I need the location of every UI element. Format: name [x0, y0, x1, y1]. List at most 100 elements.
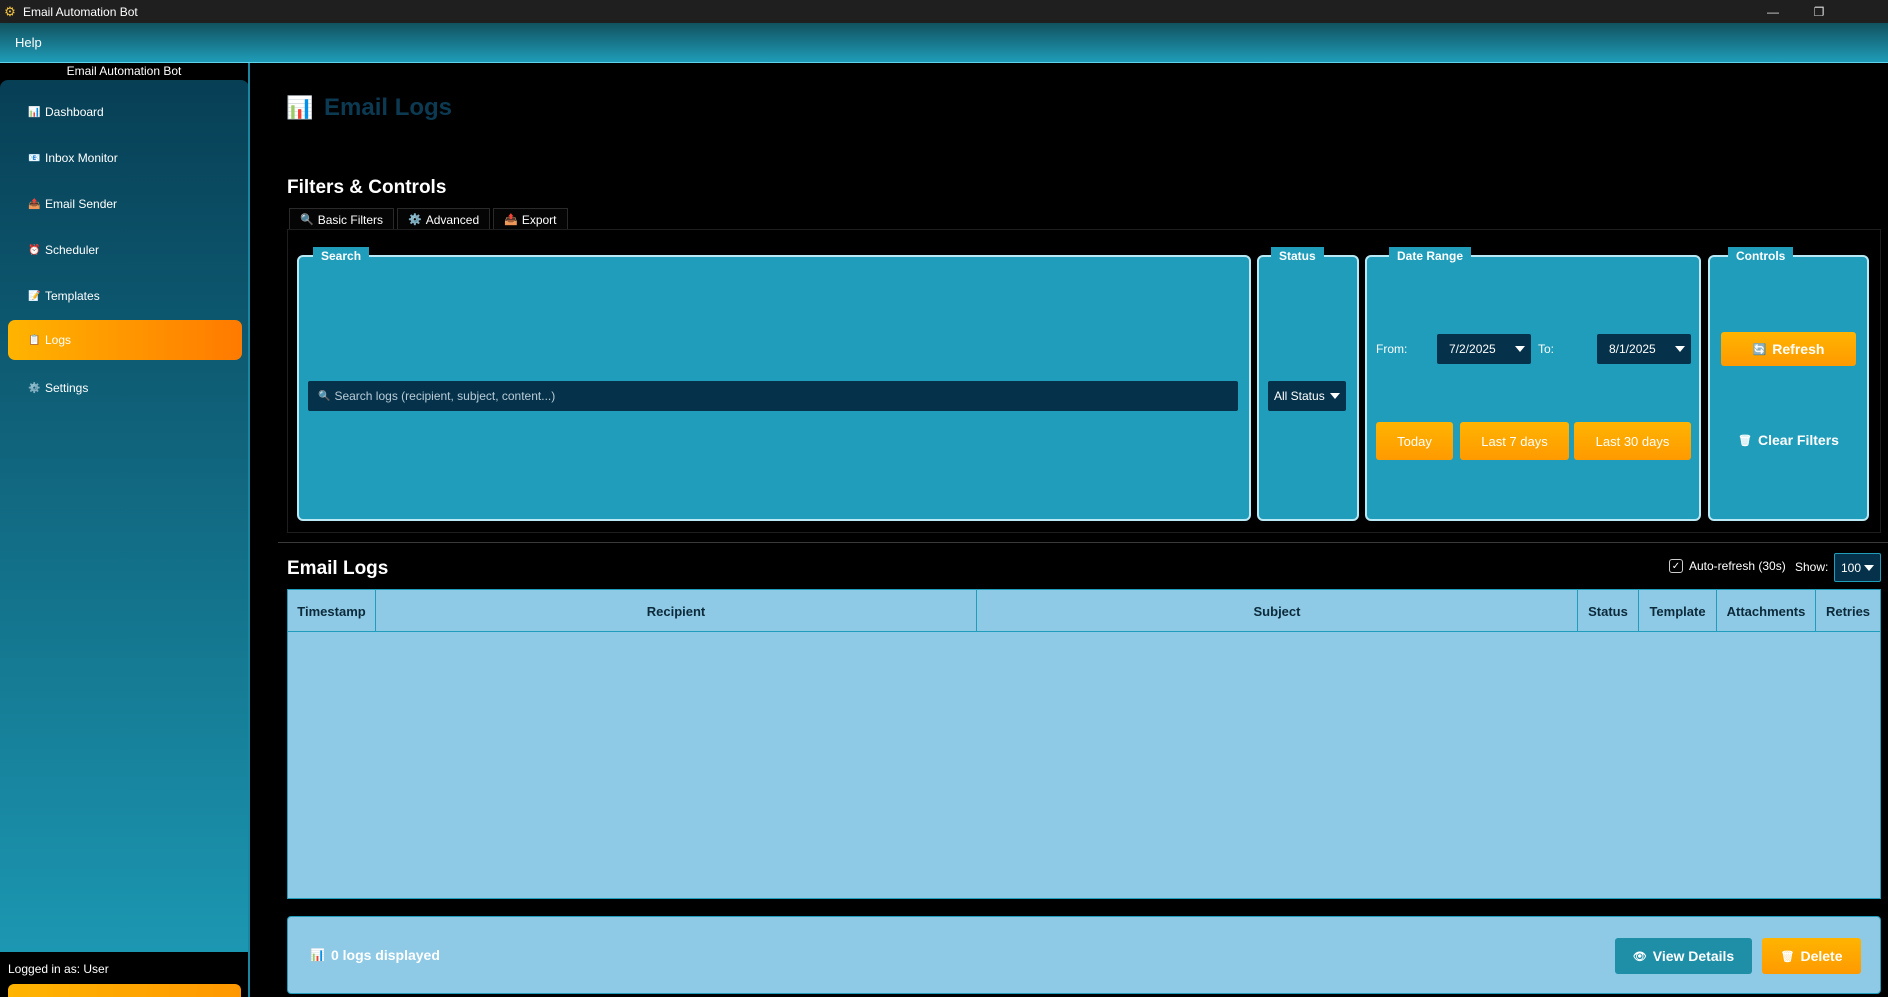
view-details-button[interactable]: 👁 View Details	[1615, 938, 1752, 974]
tab-label: Advanced	[425, 212, 480, 227]
sidebar-item-label: Settings	[45, 381, 89, 395]
window-titlebar: ⚙ Email Automation Bot — ❐	[0, 0, 1888, 23]
controls-group: Controls 🔄 Refresh 🗑 Clear Filters	[1708, 247, 1869, 521]
close-button[interactable]	[1842, 0, 1888, 23]
refresh-button[interactable]: 🔄 Refresh	[1721, 332, 1856, 366]
section-divider	[278, 542, 1888, 543]
tab-advanced[interactable]: ⚙️ Advanced	[397, 208, 491, 230]
search-icon: 🔍	[318, 390, 331, 402]
sidebar-item-scheduler[interactable]: ⏰ Scheduler	[8, 230, 242, 270]
clipboard-icon: 📋	[28, 334, 41, 346]
column-header-retries[interactable]: Retries	[1816, 590, 1880, 632]
status-select-value: All Status	[1274, 389, 1325, 403]
gear-bot-icon: ⚙	[4, 3, 16, 19]
memo-icon: 📝	[28, 290, 41, 302]
sidebar-item-email-sender[interactable]: 📤 Email Sender	[8, 184, 242, 224]
search-input[interactable]: 🔍 Search logs (recipient, subject, conte…	[308, 381, 1238, 411]
sidebar-item-label: Email Sender	[45, 197, 118, 211]
sidebar-item-templates[interactable]: 📝 Templates	[8, 276, 242, 316]
to-label: To:	[1538, 342, 1555, 356]
sidebar-item-dashboard[interactable]: 📊 Dashboard	[8, 92, 242, 132]
chevron-down-icon	[1864, 564, 1874, 571]
column-header-subject[interactable]: Subject	[977, 590, 1578, 632]
menu-bar: Help	[0, 23, 1888, 63]
sidebar-item-label: Dashboard	[45, 105, 104, 119]
login-status: Logged in as: User	[8, 962, 109, 976]
delete-label: Delete	[1800, 948, 1843, 964]
to-date-value: 8/1/2025	[1609, 342, 1656, 356]
logout-button[interactable]	[8, 984, 241, 997]
magnifier-icon: 🔍	[300, 214, 314, 226]
last-30-days-button[interactable]: Last 30 days	[1574, 422, 1691, 460]
refresh-icon: 🔄	[1752, 343, 1767, 356]
tab-label: Basic Filters	[317, 212, 384, 227]
clear-filters-button[interactable]: 🗑 Clear Filters	[1721, 423, 1856, 457]
tab-export[interactable]: 📤 Export	[493, 208, 568, 230]
column-header-status[interactable]: Status	[1578, 590, 1639, 632]
sidebar-item-label: Templates	[45, 289, 100, 303]
sidebar-item-label: Scheduler	[45, 243, 100, 257]
export-icon: 📤	[504, 214, 518, 226]
gear-icon: ⚙️	[408, 214, 422, 226]
today-button[interactable]: Today	[1376, 422, 1453, 460]
trash-icon: 🗑	[1780, 950, 1795, 963]
search-group: Search 🔍 Search logs (recipient, subject…	[297, 247, 1251, 521]
column-header-attachments[interactable]: Attachments	[1717, 590, 1816, 632]
from-date-value: 7/2/2025	[1449, 342, 1496, 356]
show-label: Show:	[1795, 560, 1829, 574]
minimize-icon: —	[1767, 4, 1779, 19]
auto-refresh-label: Auto-refresh (30s)	[1689, 559, 1786, 573]
clear-filters-label: Clear Filters	[1758, 432, 1839, 448]
sidebar-divider	[248, 63, 250, 997]
inbox-icon: 📧	[28, 152, 41, 164]
date-range-group-label: Date Range	[1389, 247, 1472, 265]
menu-help[interactable]: Help	[15, 35, 42, 50]
chevron-down-icon	[1330, 393, 1340, 399]
logs-table-header: Timestamp Recipient Subject Status Templ…	[288, 590, 1880, 632]
trash-icon: 🗑	[1738, 434, 1753, 447]
filters-section-title: Filters & Controls	[287, 177, 447, 198]
bar-chart-icon: 📊	[286, 95, 314, 120]
window-controls: — ❐	[1750, 0, 1888, 23]
logs-status-panel: 📊 0 logs displayed 👁 View Details 🗑 Dele…	[287, 916, 1881, 994]
filter-tabs: 🔍 Basic Filters ⚙️ Advanced 📤 Export	[289, 208, 571, 230]
column-header-recipient[interactable]: Recipient	[376, 590, 977, 632]
column-header-template[interactable]: Template	[1639, 590, 1717, 632]
restore-icon: ❐	[1813, 4, 1825, 19]
gear-icon: ⚙️	[28, 382, 41, 394]
tab-label: Export	[521, 212, 557, 227]
from-label: From:	[1376, 342, 1408, 356]
restore-button[interactable]: ❐	[1796, 0, 1842, 23]
show-count-value: 100	[1841, 560, 1862, 575]
last-7-days-button[interactable]: Last 7 days	[1460, 422, 1569, 460]
sidebar-item-inbox-monitor[interactable]: 📧 Inbox Monitor	[8, 138, 242, 178]
status-group: Status All Status	[1257, 247, 1359, 521]
view-details-label: View Details	[1652, 948, 1735, 964]
bar-chart-icon: 📊	[310, 948, 325, 962]
logs-section-title: Email Logs	[287, 558, 389, 579]
sidebar-item-settings[interactable]: ⚙️ Settings	[8, 368, 242, 408]
column-header-timestamp[interactable]: Timestamp	[288, 590, 376, 632]
status-select[interactable]: All Status	[1268, 381, 1346, 411]
to-date-picker[interactable]: 8/1/2025	[1597, 334, 1691, 364]
outbox-icon: 📤	[28, 198, 41, 210]
dashboard-icon: 📊	[28, 106, 41, 118]
minimize-button[interactable]: —	[1750, 0, 1796, 23]
controls-group-label: Controls	[1728, 247, 1794, 265]
status-group-label: Status	[1271, 247, 1324, 265]
page-header: 📊 Email Logs	[286, 94, 452, 122]
logs-count-status: 📊 0 logs displayed	[310, 947, 440, 963]
chevron-down-icon	[1515, 346, 1525, 352]
sidebar: 📊 Dashboard 📧 Inbox Monitor 📤 Email Send…	[0, 80, 249, 952]
chevron-down-icon	[1675, 346, 1685, 352]
alarm-clock-icon: ⏰	[28, 244, 41, 256]
refresh-label: Refresh	[1772, 341, 1825, 357]
auto-refresh-toggle[interactable]: ✓ Auto-refresh (30s)	[1669, 559, 1786, 573]
sidebar-title: Email Automation Bot	[66, 64, 182, 78]
auto-refresh-checkbox[interactable]: ✓	[1669, 559, 1683, 573]
tab-basic-filters[interactable]: 🔍 Basic Filters	[289, 208, 395, 230]
sidebar-item-logs[interactable]: 📋 Logs	[8, 320, 242, 360]
delete-button[interactable]: 🗑 Delete	[1762, 938, 1861, 974]
show-count-select[interactable]: 100	[1834, 553, 1881, 582]
from-date-picker[interactable]: 7/2/2025	[1437, 334, 1531, 364]
